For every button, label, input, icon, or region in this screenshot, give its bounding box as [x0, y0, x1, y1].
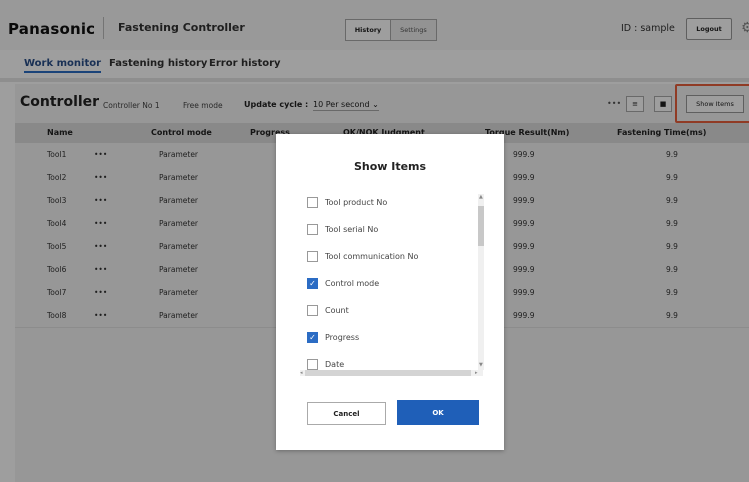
show-item-option[interactable]: Date	[307, 357, 344, 371]
cancel-button[interactable]: Cancel	[307, 402, 386, 425]
checkbox-icon[interactable]	[307, 223, 318, 235]
app-window: Panasonic Fastening Controller History S…	[0, 0, 749, 482]
scroll-down-icon[interactable]: ▼	[479, 362, 483, 368]
show-item-option[interactable]: Count	[307, 303, 349, 317]
show-item-option[interactable]: ✓ Progress	[307, 330, 359, 344]
show-items-list: Tool product No Tool serial No Tool commun…	[300, 189, 483, 375]
scroll-right-icon[interactable]: ▸	[475, 370, 478, 376]
show-item-option[interactable]: Tool communication No	[307, 249, 418, 263]
scroll-left-icon[interactable]: ◂	[300, 370, 303, 376]
checkbox-icon[interactable]	[307, 358, 318, 370]
show-item-label: Date	[325, 359, 345, 369]
show-item-option[interactable]: Tool product No	[307, 195, 387, 209]
checkbox-checked-icon[interactable]: ✓	[307, 277, 318, 289]
show-item-label: Progress	[325, 332, 360, 342]
scroll-up-icon[interactable]: ▲	[479, 194, 483, 200]
show-item-label: Tool product No	[325, 197, 388, 207]
dialog-title: Show Items	[353, 160, 427, 173]
show-item-label: Control mode	[325, 278, 380, 288]
show-item-label: Count	[325, 305, 349, 315]
checkbox-icon[interactable]	[307, 304, 318, 316]
checkbox-icon[interactable]	[307, 196, 318, 208]
ok-button[interactable]: OK	[397, 400, 479, 425]
show-items-dialog: Show Items Tool product No Tool serial No…	[276, 134, 504, 450]
show-item-option[interactable]: ✓ Control mode	[307, 276, 379, 290]
show-item-label: Tool communication No	[325, 251, 419, 261]
show-item-option[interactable]: Tool serial No	[307, 222, 378, 236]
vertical-scroll-thumb[interactable]	[478, 206, 484, 246]
checkbox-checked-icon[interactable]: ✓	[307, 331, 318, 343]
show-item-label: Tool serial No	[325, 224, 379, 234]
horizontal-scroll-thumb[interactable]	[305, 370, 471, 376]
checkbox-icon[interactable]	[307, 250, 318, 262]
